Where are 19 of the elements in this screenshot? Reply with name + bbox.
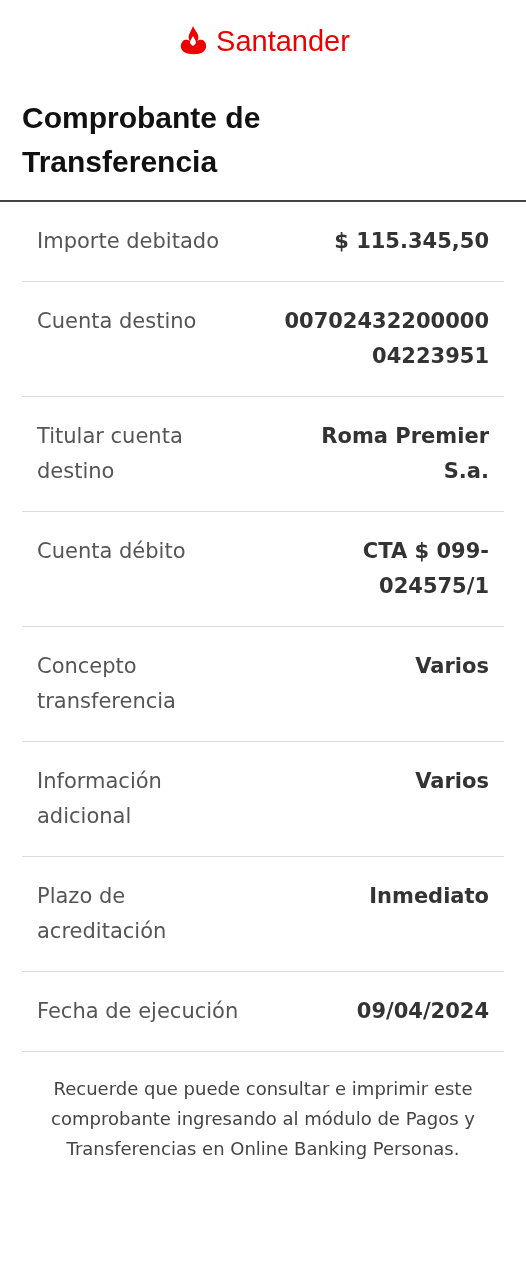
field-value: Varios (414, 768, 489, 795)
page-title: Comprobante de Transferencia (21, 100, 262, 180)
field-value: Roma Premier S.a. (320, 423, 489, 485)
field-value: CTA $ 099-024575/1 (361, 538, 489, 600)
field-label: Titular cuenta destino (37, 423, 184, 485)
field-label: Cuenta débito (37, 538, 187, 565)
brand-name: Santander (216, 26, 350, 56)
field-label: Cuenta destino (37, 308, 198, 335)
field-value: 09/04/2024 (355, 998, 489, 1025)
field-label: Plazo de acreditación (37, 883, 168, 945)
field-label: Importe debitado (37, 228, 220, 255)
field-value: $ 115.345,50 (333, 228, 489, 255)
footer-note: Recuerde que puede consultar e imprimir este comprobante ingresando al módulo de Pagos y Transferencias en Online Banking Personas. (50, 1077, 476, 1161)
field-value: Inmediato (368, 883, 489, 910)
field-value: 0070243220000004223951 (283, 308, 489, 370)
field-label: Fecha de ejecución (37, 998, 240, 1025)
field-label: Información adicional (37, 768, 163, 830)
field-value: Varios (414, 653, 489, 680)
field-label: Concepto transferencia (37, 653, 177, 715)
